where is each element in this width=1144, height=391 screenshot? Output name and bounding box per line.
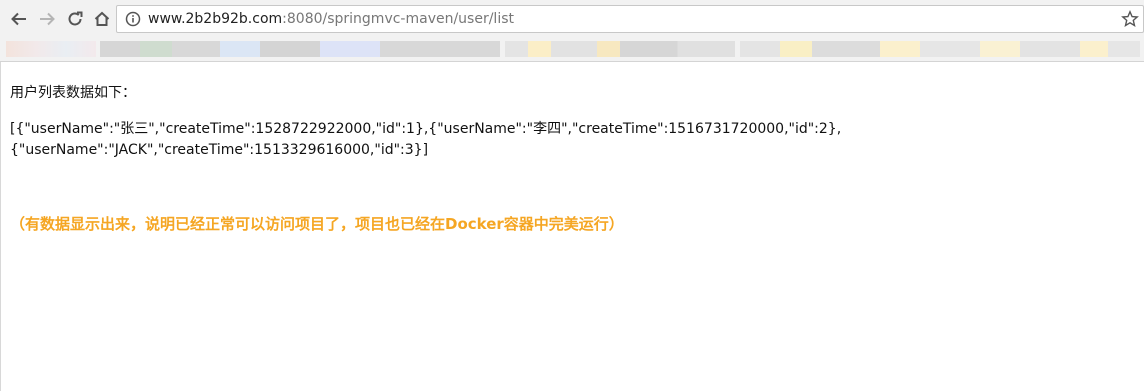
bookmarks-bar xyxy=(0,38,1144,62)
reload-icon xyxy=(68,11,83,26)
json-output: [{"userName":"张三","createTime":152872292… xyxy=(10,119,1130,161)
home-icon xyxy=(94,11,110,26)
bookmark-item[interactable] xyxy=(740,41,1140,57)
star-icon[interactable] xyxy=(1121,10,1139,28)
url-path: :8080/springmvc-maven/user/list xyxy=(282,11,514,27)
annotation-note: （有数据显示出来，说明已经正常可以访问项目了，项目也已经在Docker容器中完美… xyxy=(10,215,624,233)
home-button[interactable] xyxy=(89,6,115,32)
browser-toolbar: www.2b2b92b.com:8080/springmvc-maven/use… xyxy=(0,0,1144,38)
info-icon[interactable] xyxy=(125,11,141,27)
arrow-right-icon xyxy=(40,12,55,26)
forward-button[interactable] xyxy=(34,6,60,32)
reload-button[interactable] xyxy=(62,6,88,32)
url-host: www.2b2b92b.com xyxy=(148,11,283,27)
address-bar[interactable]: www.2b2b92b.com:8080/springmvc-maven/use… xyxy=(116,5,1144,33)
page-heading: 用户列表数据如下： xyxy=(10,85,136,101)
bookmark-item[interactable] xyxy=(505,41,735,57)
back-button[interactable] xyxy=(6,6,32,32)
url-text[interactable]: www.2b2b92b.com:8080/springmvc-maven/use… xyxy=(148,11,514,27)
bookmark-item[interactable] xyxy=(6,41,96,57)
json-line: [{"userName":"张三","createTime":152872292… xyxy=(10,121,842,137)
bookmark-item[interactable] xyxy=(100,41,500,57)
arrow-left-icon xyxy=(11,12,26,26)
page-content: 用户列表数据如下： [{"userName":"张三","createTime"… xyxy=(0,62,1144,391)
json-line: {"userName":"JACK","createTime":15133296… xyxy=(10,142,429,158)
